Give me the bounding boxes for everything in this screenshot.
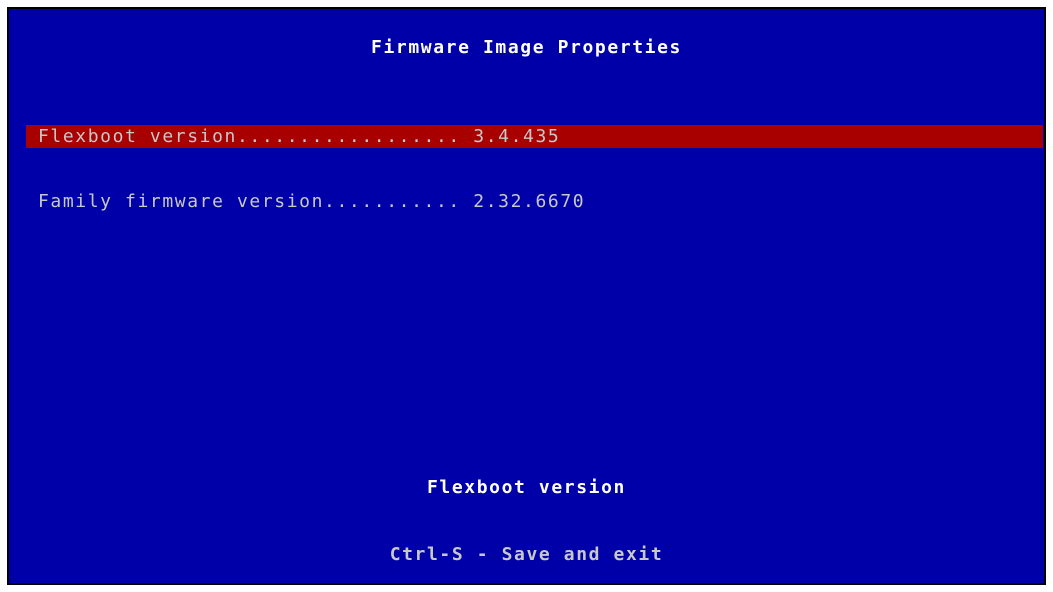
bios-screen: Firmware Image Properties Flexboot versi… xyxy=(7,7,1046,585)
menu-item-flexboot-version[interactable]: Flexboot version.................. 3.4.4… xyxy=(26,125,1043,148)
help-text: Flexboot version xyxy=(427,477,626,498)
footer-hint: Ctrl-S - Save and exit xyxy=(389,544,664,565)
properties-menu: Flexboot version.................. 3.4.4… xyxy=(26,83,1043,255)
menu-item-family-firmware-version[interactable]: Family firmware version........... 2.32.… xyxy=(26,190,1043,213)
page-title: Firmware Image Properties xyxy=(371,37,682,58)
